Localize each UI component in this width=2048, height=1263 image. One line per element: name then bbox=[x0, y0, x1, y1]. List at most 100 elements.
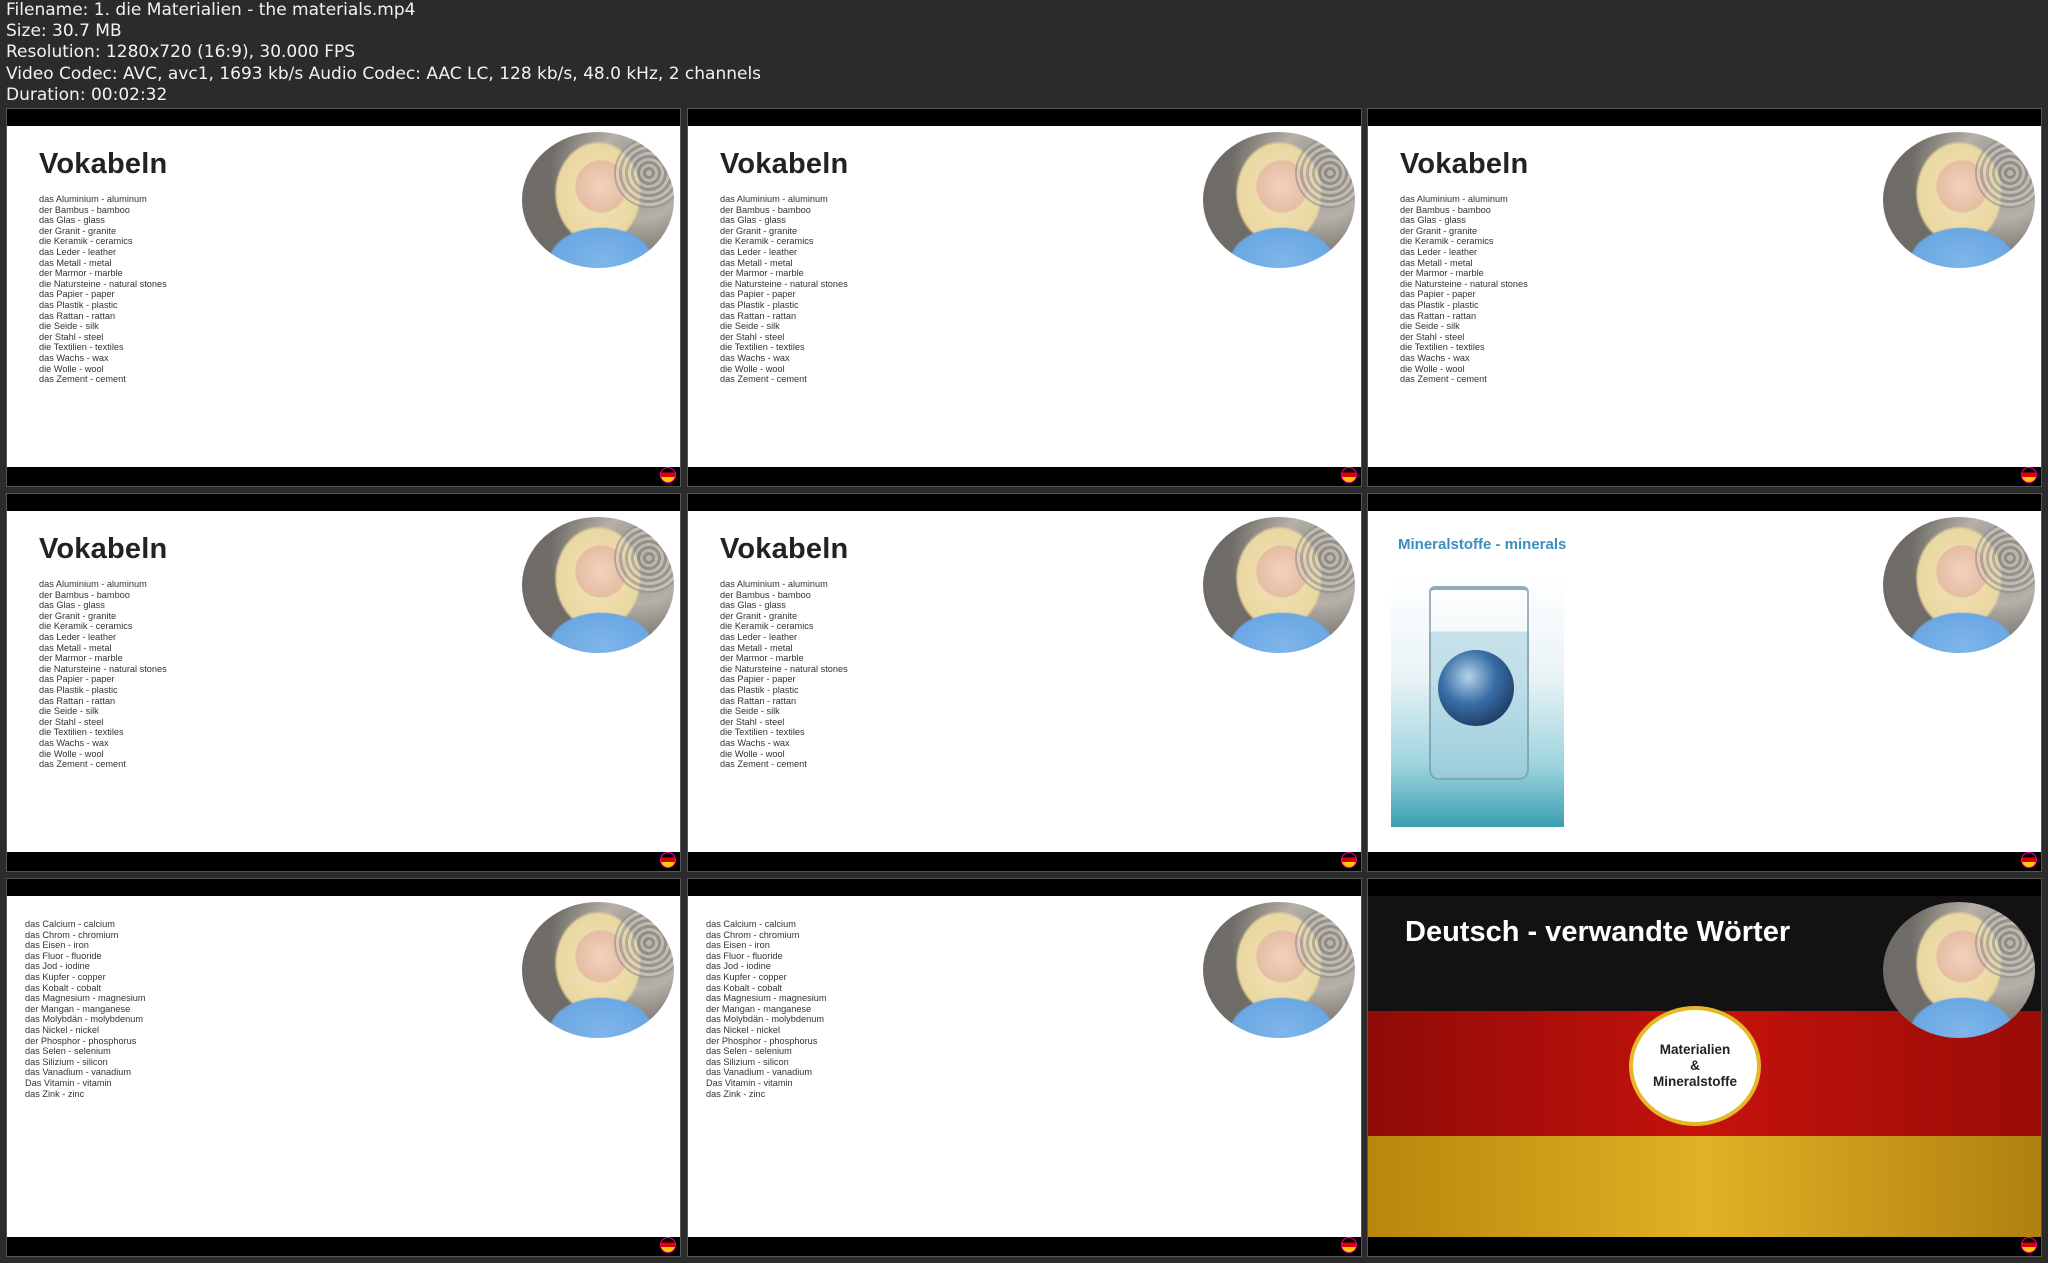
list-item: das Wachs - wax bbox=[1400, 352, 1470, 363]
list-item: die Natursteine - natural stones bbox=[1400, 278, 1528, 289]
list-item: der Bambus - bamboo bbox=[720, 589, 811, 600]
thumbnail-6[interactable]: Mineralstoffe - minerals bbox=[1367, 493, 2042, 872]
list-item: die Wolle - wool bbox=[39, 363, 104, 374]
presenter-webcam bbox=[1203, 517, 1355, 653]
list-item: das Aluminium - aluminum bbox=[39, 194, 147, 204]
list-item: das Calcium - calcium bbox=[706, 919, 796, 929]
codec-text: Video Codec: AVC, avc1, 1693 kb/s Audio … bbox=[6, 63, 762, 84]
list-item: das Metall - metal bbox=[720, 257, 793, 268]
resolution-text: Resolution: 1280x720 (16:9), 30.000 FPS bbox=[6, 42, 356, 63]
list-item: das Zement - cement bbox=[720, 759, 807, 770]
list-item: das Eisen - iron bbox=[706, 940, 770, 951]
list-item: der Granit - granite bbox=[39, 225, 117, 236]
presenter-webcam bbox=[522, 902, 674, 1038]
thumbnail-5[interactable]: Vokabeln das Aluminium - aluminum der Bam… bbox=[687, 493, 1362, 872]
thumbnail-3[interactable]: Vokabeln das Aluminium - aluminum der Bam… bbox=[1367, 108, 2042, 487]
list-item: der Bambus - bamboo bbox=[39, 204, 130, 215]
list-item: das Molybdän - molybdenum bbox=[706, 1014, 824, 1025]
list-item: das Aluminium - aluminum bbox=[39, 579, 147, 589]
list-item: die Wolle - wool bbox=[720, 748, 785, 759]
list-item: das Selen - selenium bbox=[25, 1046, 111, 1057]
list-item: das Nickel - nickel bbox=[25, 1024, 100, 1035]
list-item: das Zement - cement bbox=[39, 759, 126, 770]
list-item: die Seide - silk bbox=[1400, 321, 1460, 332]
list-item: der Marmor - marble bbox=[39, 268, 123, 279]
list-item: das Jod - iodine bbox=[25, 961, 90, 972]
minerals-list: das Calcium - calcium das Chrom - chromiu… bbox=[706, 919, 827, 1099]
list-item: das Wachs - wax bbox=[39, 737, 109, 748]
list-item: der Phosphor - phosphorus bbox=[706, 1035, 818, 1046]
thumbnail-9[interactable]: Deutsch - verwandte Wörter Materialien &… bbox=[1367, 878, 2042, 1257]
list-item: das Papier - paper bbox=[1400, 289, 1476, 300]
list-item: das Zement - cement bbox=[1400, 374, 1487, 385]
filename-text: Filename: 1. die Materialien - the mater… bbox=[6, 0, 416, 20]
list-item: das Magnesium - magnesium bbox=[25, 993, 146, 1004]
list-item: die Wolle - wool bbox=[39, 748, 104, 759]
topic-badge: Materialien & Mineralstoffe bbox=[1629, 1006, 1761, 1126]
slide-title: Vokabeln bbox=[1400, 148, 1529, 180]
list-item: das Selen - selenium bbox=[706, 1046, 792, 1057]
list-item: das Leder - leather bbox=[1400, 246, 1478, 257]
list-item: die Textilien - textiles bbox=[39, 342, 124, 353]
german-flag-icon bbox=[660, 1237, 676, 1253]
presenter-webcam bbox=[1883, 517, 2035, 653]
list-item: das Aluminium - aluminum bbox=[1400, 194, 1508, 204]
list-item: Das Vitamin - vitamin bbox=[25, 1077, 112, 1088]
slide-title: Vokabeln bbox=[39, 533, 168, 565]
slide-title: Vokabeln bbox=[720, 148, 849, 180]
thumbnail-4[interactable]: Vokabeln das Aluminium - aluminum der Bam… bbox=[6, 493, 681, 872]
list-item: das Chrom - chromium bbox=[25, 929, 119, 940]
list-item: die Textilien - textiles bbox=[39, 727, 124, 738]
list-item: das Papier - paper bbox=[720, 289, 796, 300]
presenter-webcam bbox=[1203, 902, 1355, 1038]
slide: Vokabeln das Aluminium - aluminum der Bam… bbox=[7, 126, 680, 469]
thumbnail-grid: Vokabeln das Aluminium - aluminum der Bam… bbox=[0, 108, 2048, 1263]
thumbnail-7[interactable]: das Calcium - calcium das Chrom - chromiu… bbox=[6, 878, 681, 1257]
list-item: der Marmor - marble bbox=[1400, 268, 1484, 279]
list-item: der Granit - granite bbox=[39, 610, 117, 621]
list-item: das Kobalt - cobalt bbox=[25, 982, 102, 993]
file-info: Filename: 1. die Materialien - the mater… bbox=[6, 0, 761, 106]
german-flag-icon bbox=[2021, 1237, 2037, 1253]
list-item: das Metall - metal bbox=[39, 257, 112, 268]
list-item: das Calcium - calcium bbox=[25, 919, 115, 929]
list-item: das Leder - leather bbox=[39, 631, 117, 642]
german-flag-icon bbox=[1341, 852, 1357, 868]
list-item: der Marmor - marble bbox=[720, 653, 804, 664]
duration-text: Duration: 00:02:32 bbox=[6, 84, 168, 105]
german-flag-icon bbox=[1341, 1237, 1357, 1253]
list-item: das Papier - paper bbox=[39, 674, 115, 685]
thumbnail-1[interactable]: Vokabeln das Aluminium - aluminum der Bam… bbox=[6, 108, 681, 487]
list-item: die Seide - silk bbox=[39, 321, 99, 332]
list-item: die Wolle - wool bbox=[1400, 363, 1465, 374]
presenter-webcam bbox=[1883, 902, 2035, 1038]
list-item: der Granit - granite bbox=[720, 610, 798, 621]
list-item: das Chrom - chromium bbox=[706, 929, 800, 940]
vocab-list: das Aluminium - aluminum der Bambus - bam… bbox=[39, 194, 167, 385]
thumbnail-8[interactable]: das Calcium - calcium das Chrom - chromiu… bbox=[687, 878, 1362, 1257]
minerals-list: das Calcium - calcium das Chrom - chromiu… bbox=[25, 919, 146, 1099]
list-item: das Silizium - silicon bbox=[25, 1056, 108, 1067]
list-item: die Seide - silk bbox=[720, 321, 780, 332]
list-item: die Keramik - ceramics bbox=[39, 621, 133, 632]
list-item: die Textilien - textiles bbox=[720, 727, 805, 738]
slide: Vokabeln das Aluminium - aluminum der Bam… bbox=[688, 126, 1361, 469]
list-item: das Rattan - rattan bbox=[720, 695, 797, 706]
list-item: das Plastik - plastic bbox=[720, 684, 799, 695]
slide: Vokabeln das Aluminium - aluminum der Bam… bbox=[1368, 126, 2041, 469]
slide-title: Vokabeln bbox=[39, 148, 168, 180]
list-item: der Phosphor - phosphorus bbox=[25, 1035, 137, 1046]
list-item: Das Vitamin - vitamin bbox=[706, 1077, 793, 1088]
list-item: das Papier - paper bbox=[39, 289, 115, 300]
list-item: der Stahl - steel bbox=[720, 331, 785, 342]
list-item: der Granit - granite bbox=[720, 225, 798, 236]
list-item: das Magnesium - magnesium bbox=[706, 993, 827, 1004]
list-item: die Natursteine - natural stones bbox=[720, 278, 848, 289]
thumbnail-2[interactable]: Vokabeln das Aluminium - aluminum der Bam… bbox=[687, 108, 1362, 487]
list-item: die Wolle - wool bbox=[720, 363, 785, 374]
slide: Vokabeln das Aluminium - aluminum der Bam… bbox=[688, 511, 1361, 854]
topic-line-3: Mineralstoffe bbox=[1652, 1074, 1737, 1089]
list-item: das Kupfer - copper bbox=[706, 971, 787, 982]
list-item: das Zement - cement bbox=[39, 374, 126, 385]
list-item: das Rattan - rattan bbox=[39, 695, 116, 706]
